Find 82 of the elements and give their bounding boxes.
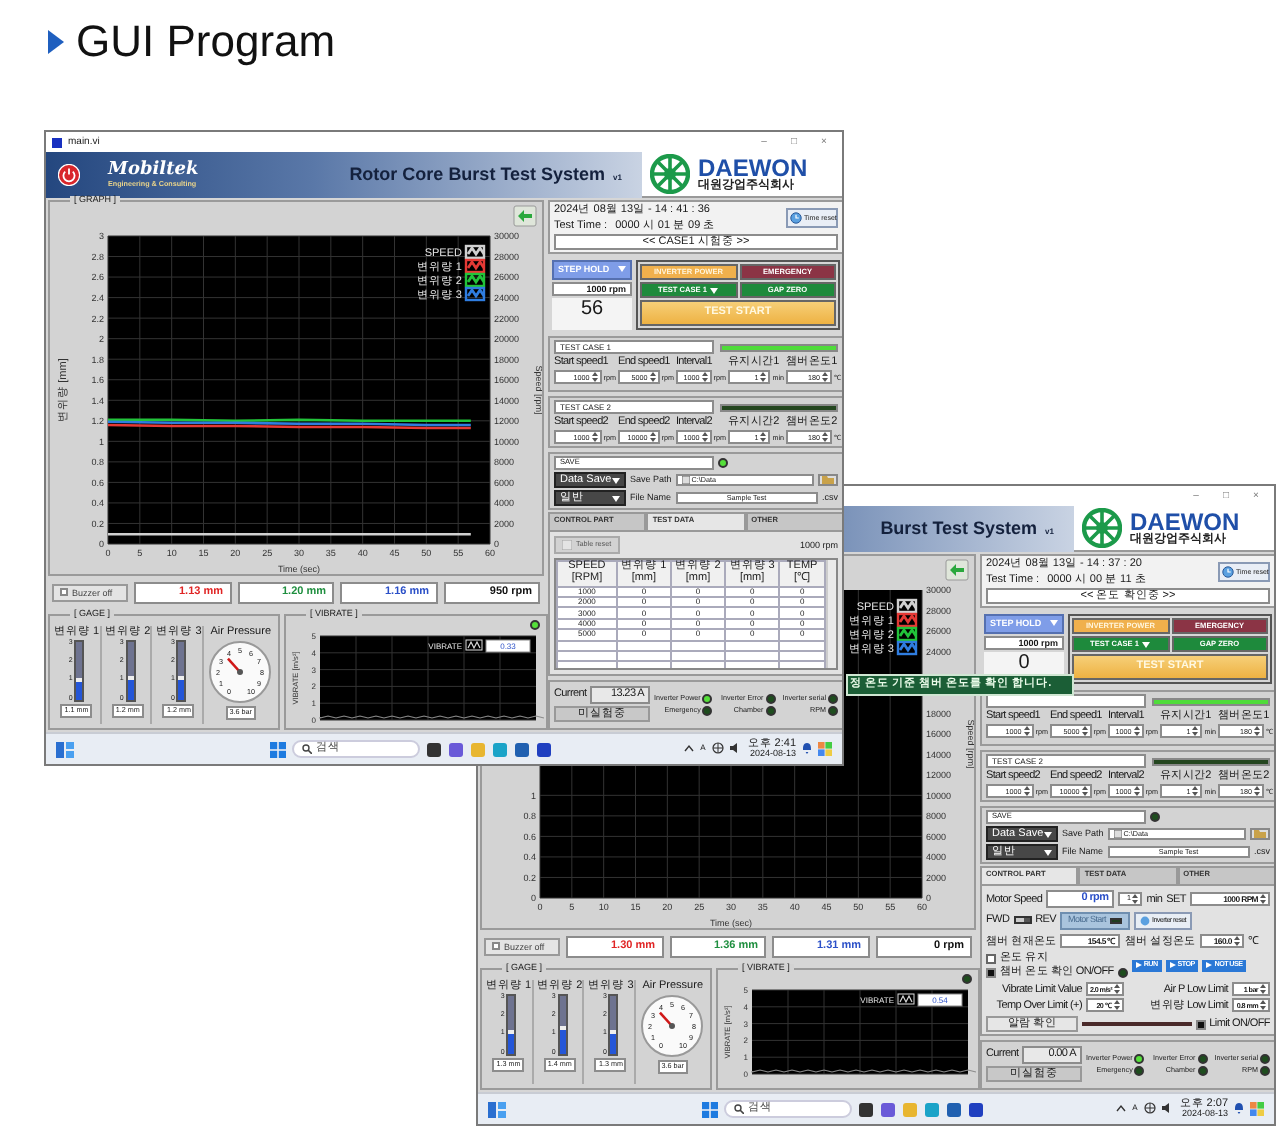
caret-icon	[1044, 849, 1052, 856]
spinner-icon	[822, 432, 828, 443]
app-icon	[968, 1101, 984, 1117]
needle	[659, 1011, 674, 1027]
play-icon	[1206, 962, 1213, 969]
toggle-switch[interactable]	[986, 967, 996, 978]
path-icon	[1113, 830, 1122, 839]
needle	[227, 657, 242, 673]
spinner-icon	[1081, 786, 1088, 797]
play-icon	[1169, 962, 1176, 969]
widgets-icon	[56, 741, 74, 757]
caret-icon	[1044, 831, 1052, 838]
spinner-icon	[760, 432, 767, 443]
direction-switch[interactable]	[1013, 916, 1032, 925]
app-icon	[1250, 1101, 1264, 1116]
spinner-icon	[1254, 726, 1260, 737]
caret-icon	[710, 287, 719, 294]
spinner-icon	[1133, 786, 1140, 797]
spinner-icon	[1133, 726, 1140, 737]
play-icon	[1135, 962, 1142, 969]
speaker-icon	[729, 742, 742, 755]
spinner-icon	[649, 372, 656, 383]
spinner-icon	[1192, 786, 1199, 797]
spinner-icon	[591, 372, 598, 383]
spinner-icon	[701, 372, 708, 383]
spinner-icon	[1023, 786, 1030, 797]
app-icon	[536, 741, 552, 757]
app-icon	[818, 741, 832, 756]
spinner-icon	[1260, 894, 1266, 905]
triangle-icon	[48, 30, 64, 55]
slide-title: GUI Program	[76, 16, 336, 69]
caret-icon	[1050, 620, 1058, 627]
speaker-icon	[1161, 1102, 1174, 1115]
spinner-icon	[1192, 726, 1199, 737]
spinner-icon	[1254, 786, 1260, 797]
legend-icon	[897, 993, 915, 1005]
toggle-switch[interactable]	[1195, 1019, 1206, 1030]
caret-icon	[612, 495, 620, 502]
legend-icon	[465, 639, 483, 651]
spinner-icon	[1260, 1000, 1266, 1011]
globe-icon	[711, 742, 724, 755]
globe-icon	[1143, 1102, 1156, 1115]
clock-icon	[1222, 566, 1234, 579]
wheel-logo-icon	[650, 154, 690, 194]
checkbox[interactable]	[986, 953, 996, 964]
spinner-icon	[1260, 984, 1266, 995]
spinner-icon	[649, 432, 656, 443]
caret-icon	[1142, 641, 1151, 648]
widgets-icon	[488, 1101, 506, 1117]
chevron-icon	[684, 744, 695, 753]
scrollbar[interactable]	[826, 560, 836, 668]
windows-icon	[270, 741, 286, 757]
folder-button[interactable]	[1250, 828, 1270, 841]
spinner-icon	[1114, 1000, 1120, 1011]
wheel-logo-icon	[1082, 508, 1122, 548]
app-title: Burst Test System	[880, 518, 1038, 540]
power-icon	[58, 164, 80, 186]
spinner-icon	[760, 372, 767, 383]
step-counter: 56	[552, 298, 632, 331]
power-button[interactable]	[58, 164, 80, 186]
bell-icon	[1234, 1102, 1244, 1115]
company-name: DAEWON	[698, 155, 808, 180]
app-title: Rotor Core Burst Test System	[349, 164, 606, 186]
spinner-icon	[1023, 726, 1030, 737]
spinner-icon	[591, 432, 598, 443]
chevron-icon	[1116, 1104, 1127, 1113]
app-icon	[52, 137, 62, 147]
company-name: DAEWON	[1130, 509, 1240, 534]
spinner-icon	[1114, 984, 1120, 995]
spinner-icon	[822, 372, 828, 383]
search-icon	[734, 1104, 744, 1114]
search-icon	[302, 744, 312, 754]
spinner-icon	[1233, 936, 1240, 947]
bell-icon	[802, 742, 812, 755]
spinner-icon	[701, 432, 708, 443]
clock-icon	[790, 212, 802, 225]
windows-icon	[702, 1101, 718, 1117]
spinner-icon	[1132, 894, 1139, 905]
folder-button[interactable]	[818, 474, 838, 487]
brand-name: Mobiltek	[108, 161, 199, 180]
spinner-icon	[1081, 726, 1088, 737]
caret-icon	[618, 266, 626, 273]
